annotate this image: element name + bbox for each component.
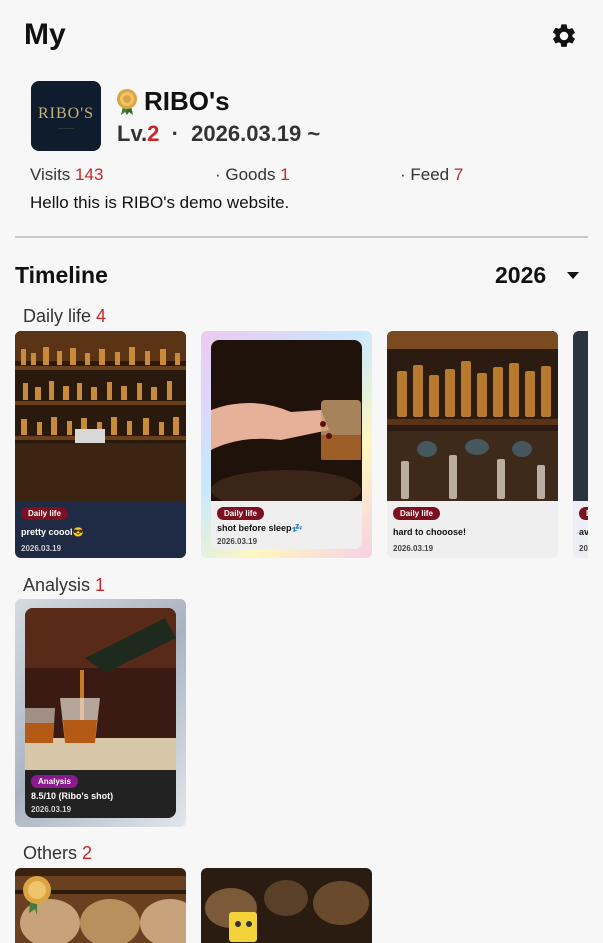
card-title: pretty coool😎 [21, 527, 84, 537]
card-date: 2026.03.19 [31, 805, 72, 814]
logo-decoration: ———— [58, 125, 74, 130]
card-inner: Daily life shot before sleep💤 2026.03.19 [211, 340, 362, 549]
section-count: 2 [82, 843, 93, 863]
logo-wordmark: RIBO'S [37, 105, 94, 122]
timeline-title: Timeline [15, 262, 108, 288]
timeline-card[interactable]: Daily life shot before sleep💤 2026.03.19 [201, 331, 372, 558]
category-badge: Analysis [31, 775, 78, 788]
card-photo-cellar [201, 868, 372, 943]
section-analysis-header: Analysis 1 [23, 575, 105, 596]
visits-label: Visits [30, 165, 76, 184]
card-photo [573, 331, 588, 501]
category-badge: Daily life [393, 507, 440, 520]
card-inner: Analysis 8.5/10 (Ribo's shot) 2026.03.19 [25, 608, 176, 818]
section-daily-life-header: Daily life 4 [23, 306, 106, 327]
timeline-card[interactable] [201, 868, 372, 943]
card-clip: D av 20 [573, 331, 588, 558]
timeline-card[interactable]: Daily life hard to chooose! 2026.03.19 [387, 331, 558, 558]
goods-label: · Goods [215, 165, 281, 184]
category-badge: D [579, 507, 588, 520]
goods-stat[interactable]: · Goods 1 [215, 165, 290, 185]
card-photo-pouring-whisky [25, 608, 176, 770]
feed-count: 7 [453, 165, 464, 184]
divider [15, 236, 588, 238]
feed-stat[interactable]: · Feed 7 [400, 165, 463, 185]
timeline-card[interactable]: Analysis 8.5/10 (Ribo's shot) 2026.03.19 [15, 599, 186, 827]
card-date: 20 [579, 544, 588, 553]
card-photo-whisky-bottles [387, 331, 558, 501]
profile-since-date: · 2026.03.19 ~ [159, 121, 321, 146]
chevron-down-icon[interactable] [567, 272, 579, 279]
card-title: av [579, 527, 588, 537]
profile-name: RIBO's [144, 86, 230, 116]
card-photo-bar-shelves [15, 331, 186, 501]
card-date: 2026.03.19 [217, 537, 258, 546]
card-date: 2026.03.19 [393, 544, 434, 553]
section-count: 4 [96, 306, 107, 326]
settings-gear-icon[interactable] [550, 22, 578, 50]
profile-bio: Hello this is RIBO's demo website. [30, 193, 290, 212]
section-count: 1 [95, 575, 106, 595]
section-label: Analysis [23, 575, 96, 595]
timeline-card[interactable]: D av 20 [573, 331, 588, 558]
profile-logo[interactable]: RIBO'S ———— [31, 81, 101, 151]
card-title: hard to chooose! [393, 527, 467, 537]
timeline-card[interactable]: Daily life pretty coool😎 2026.03.19 [15, 331, 186, 558]
card-title: shot before sleep💤 [217, 523, 303, 533]
category-badge: Daily life [21, 507, 68, 520]
section-others-header: Others 2 [23, 843, 92, 864]
visits-count: 143 [75, 165, 104, 184]
card-photo-hand-glass [211, 340, 362, 501]
visits-stat: Visits 143 [30, 165, 103, 185]
profile-level-line: Lv.2 · 2026.03.19 ~ [117, 121, 320, 147]
card-title: 8.5/10 (Ribo's shot) [31, 791, 114, 801]
level-prefix: Lv. [117, 121, 148, 146]
feed-label: · Feed [400, 165, 454, 184]
goods-count: 1 [280, 165, 290, 184]
section-label: Daily life [23, 306, 97, 326]
page-title: My [24, 18, 66, 51]
level-value: 2 [147, 121, 160, 146]
card-photo-barrels [15, 868, 186, 943]
year-selector[interactable]: 2026 [495, 262, 546, 289]
card-date: 2026.03.19 [21, 544, 62, 553]
medal-icon [117, 89, 137, 115]
section-label: Others [23, 843, 83, 863]
timeline-card[interactable] [15, 868, 186, 943]
category-badge: Daily life [217, 507, 264, 520]
